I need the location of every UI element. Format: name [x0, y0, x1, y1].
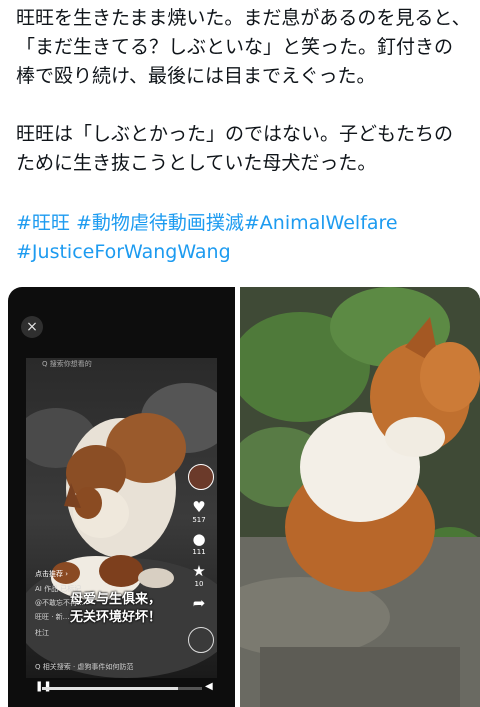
location-text: 杜江 [35, 629, 49, 637]
hashtag-wangwang[interactable]: #旺旺 [16, 212, 70, 234]
recommend-tag[interactable]: 点击推荐 › [35, 569, 68, 579]
dog-photo-image [240, 287, 480, 707]
caption-line-3: 旺旺 · 新… [35, 613, 70, 621]
related-search-bar[interactable]: Q 相关搜索 · 虐狗事件如何防范 [35, 660, 200, 674]
video-progress-bar[interactable] [42, 687, 202, 690]
favorite-icon[interactable]: ★ [188, 562, 210, 580]
video-progress-fill [42, 687, 178, 690]
share-icon[interactable]: ➦ [188, 594, 210, 612]
like-count: 517 [192, 516, 206, 524]
video-search-hint[interactable]: Q 搜索你想看的 [42, 359, 202, 369]
video-screenshot[interactable]: × Q 搜索你想看的 ♥ 517 ● 111 ★ 10 ➦ 点击推荐 › AI … [8, 287, 235, 707]
favorite-count: 10 [194, 580, 204, 588]
music-disc-icon[interactable] [188, 627, 214, 653]
hashtags: #旺旺 #動物虐待動画撲滅#AnimalWelfare #JusticeForW… [16, 209, 471, 267]
hashtag-animal-abuse-video[interactable]: #動物虐待動画撲滅 [76, 212, 244, 234]
close-button[interactable]: × [21, 316, 43, 338]
post-text: 旺旺を生きたまま焼いた。まだ息があるのを見ると、「まだ生きてる？しぶといな」と笑… [16, 7, 471, 174]
hashtag-animal-welfare[interactable]: #AnimalWelfare [244, 212, 398, 234]
overlay-text-2: 无关环境好坏！ [70, 610, 162, 625]
comment-count: 111 [192, 548, 206, 556]
comment-icon[interactable]: ● [188, 530, 210, 548]
creator-avatar[interactable] [188, 464, 214, 490]
volume-icon[interactable]: ◀ [205, 681, 213, 692]
hashtag-justice-for-wangwang[interactable]: #JusticeForWangWang [16, 241, 231, 263]
dog-photo[interactable] [240, 287, 480, 707]
like-icon[interactable]: ♥ [188, 498, 210, 516]
media-grid: × Q 搜索你想看的 ♥ 517 ● 111 ★ 10 ➦ 点击推荐 › AI … [8, 287, 480, 707]
